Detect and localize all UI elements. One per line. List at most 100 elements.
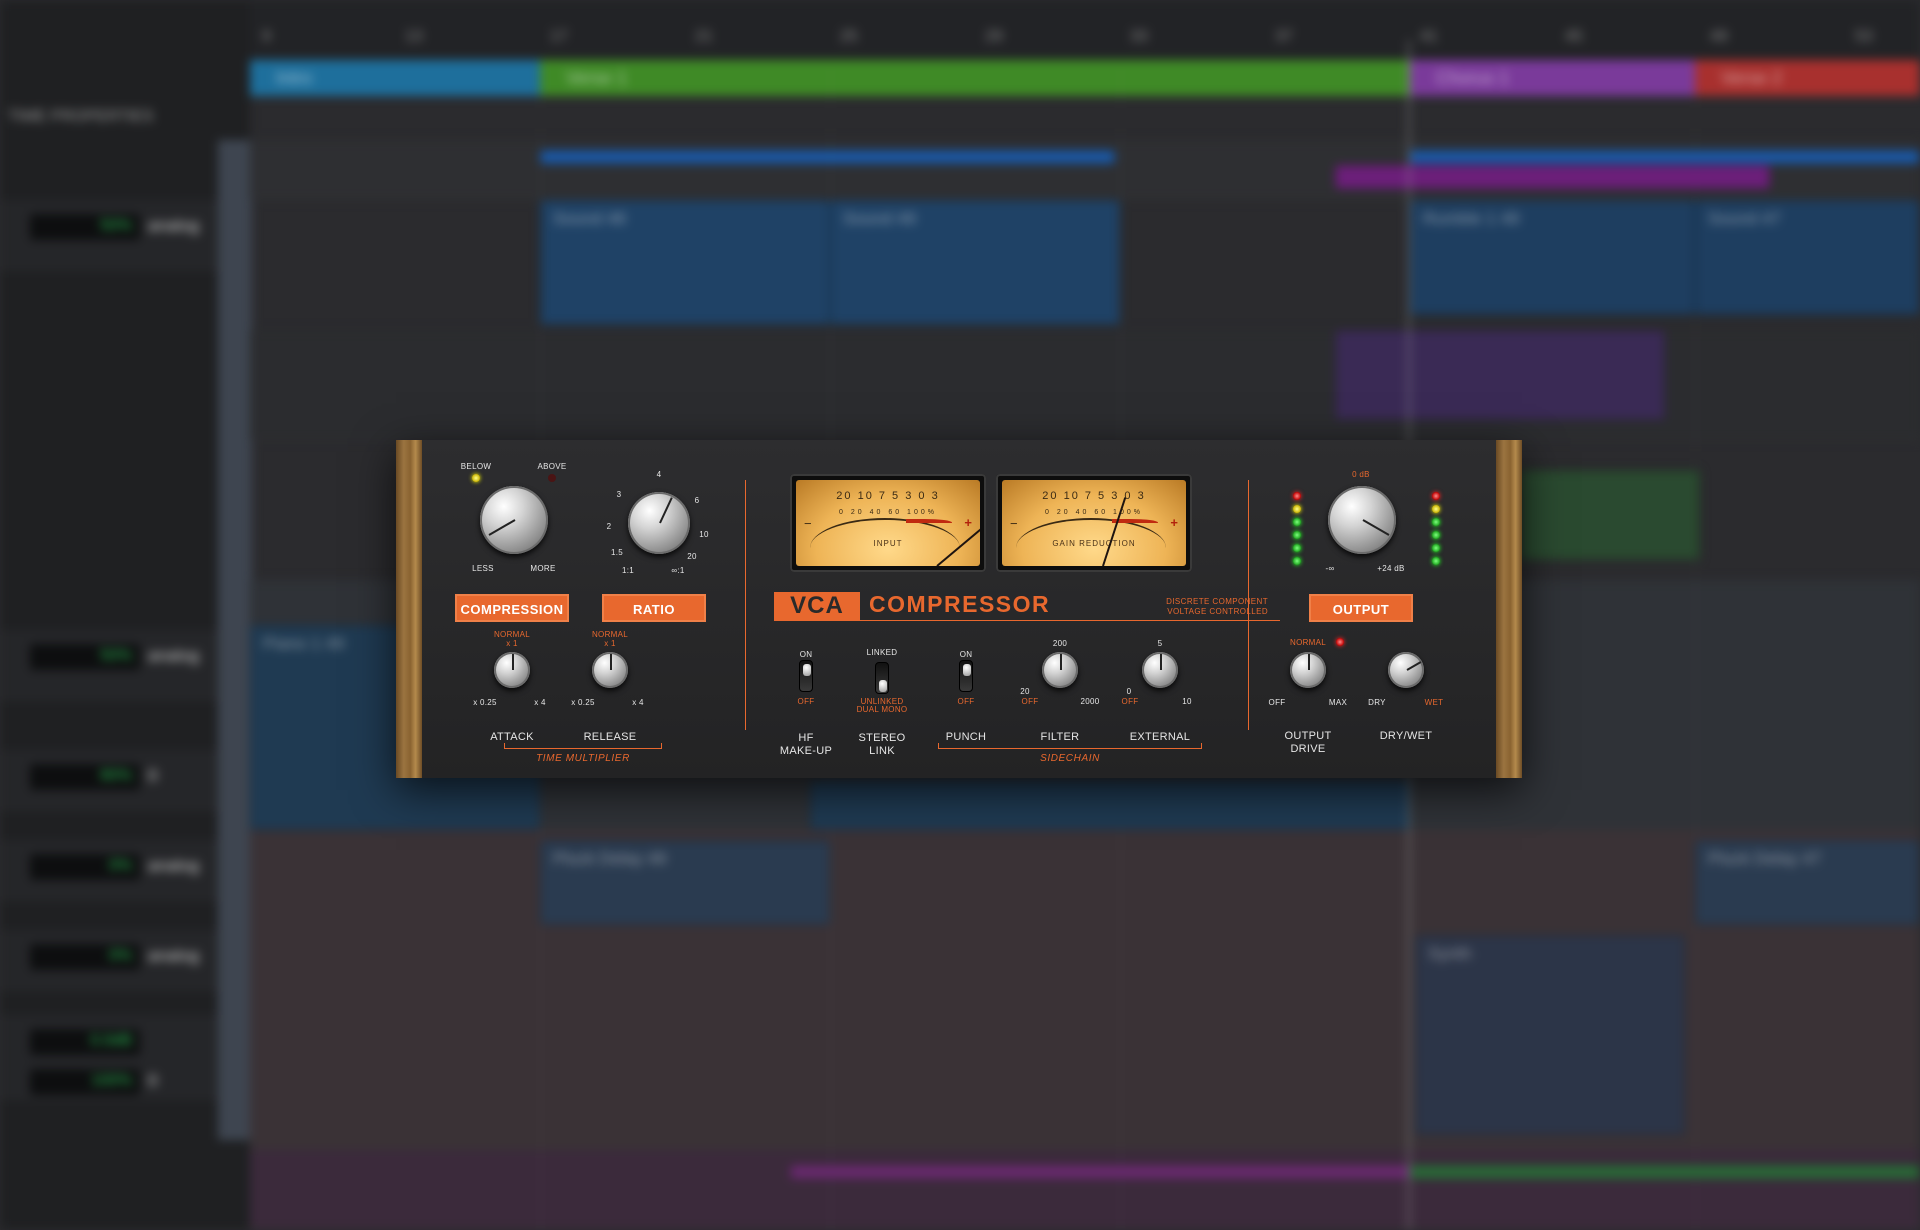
filter-min-label: 20	[1020, 687, 1030, 696]
output-led-left	[1293, 492, 1301, 500]
arrangement-marker[interactable]: Verse 2	[1695, 60, 1920, 96]
external-knob[interactable]	[1142, 652, 1178, 688]
output-led-right	[1432, 518, 1440, 526]
track-header[interactable]: 0.0dB	[0, 1015, 250, 1059]
midi-clip[interactable]: Rumble 1 49	[1410, 200, 1695, 315]
track-header[interactable]: 80% 0	[0, 750, 250, 810]
track-mode: analog	[148, 216, 200, 235]
midi-clip[interactable]: Pluck Delay 49	[540, 840, 830, 925]
track-header[interactable]: 50% analog	[0, 200, 250, 270]
vu-scale: 20 10 7 5 3 0 3	[836, 490, 940, 502]
track-header[interactable]: 0% analog	[0, 840, 250, 900]
audio-clip[interactable]	[1520, 470, 1700, 560]
dry-wet-knob[interactable]	[1388, 652, 1424, 688]
ruler-tick: 33	[1130, 28, 1148, 45]
subtitle-line-2: VOLTAGE CONTROLLED	[1167, 607, 1268, 616]
compression-knob[interactable]	[480, 486, 548, 554]
output-knob[interactable]	[1328, 486, 1396, 554]
track-header[interactable]: 0% analog	[0, 930, 250, 990]
track-meter-value: 50%	[99, 647, 132, 664]
drive-off-label: OFF	[1268, 698, 1286, 707]
vu-minus-sign: −	[804, 516, 812, 531]
vu-scale-percent: 0 20 40 60 100%	[1045, 509, 1143, 516]
output-button[interactable]: OUTPUT	[1309, 594, 1413, 622]
compression-button[interactable]: COMPRESSION	[455, 594, 569, 622]
midi-clip[interactable]	[810, 780, 1410, 830]
stereo-link-label: STEREO LINK	[852, 732, 912, 758]
external-min-label: 0	[1126, 687, 1132, 696]
midi-clip[interactable]: Sound 49	[830, 200, 1120, 325]
wood-side-panel	[396, 440, 422, 778]
above-led	[548, 474, 556, 482]
midi-clip[interactable]: Pluck Delay 47	[1695, 840, 1920, 925]
stereo-link-toggle[interactable]	[875, 662, 889, 694]
output-drive-knob[interactable]	[1290, 652, 1326, 688]
input-vu-meter: 20 10 7 5 3 0 3 0 20 40 60 100% − + INPU…	[790, 474, 986, 572]
output-led-right	[1432, 505, 1440, 513]
ruler-tick: 21	[695, 28, 713, 45]
attack-max-label: x 4	[534, 698, 546, 707]
wood-side-panel	[1496, 440, 1522, 778]
dry-wet-label: DRY/WET	[1379, 730, 1433, 742]
attack-knob[interactable]	[494, 652, 530, 688]
title-subtitle: DISCRETE COMPONENT VOLTAGE CONTROLLED	[1160, 597, 1268, 617]
output-led-right	[1432, 531, 1440, 539]
output-led-right	[1432, 544, 1440, 552]
vca-compressor-plugin: BELOW ABOVE LESS MORE COMPRESSION 1:1 1.…	[396, 440, 1522, 778]
track-meter: 50%	[30, 644, 140, 670]
marker-label: Verse 1	[566, 68, 628, 88]
midi-clip[interactable]: Synth	[1415, 935, 1685, 1135]
filter-off-label: OFF	[1021, 697, 1039, 706]
attack-min-label: x 0.25	[473, 698, 497, 707]
ruler-tick: 49	[1710, 28, 1728, 45]
midi-clip[interactable]	[1335, 330, 1665, 420]
clip-name: Sound 48	[553, 209, 626, 228]
release-min-label: x 0.25	[571, 698, 595, 707]
output-led-right	[1432, 492, 1440, 500]
hf-off-label: OFF	[797, 697, 815, 706]
hf-makeup-toggle[interactable]	[799, 660, 813, 692]
track-header[interactable]: 50% analog	[0, 630, 250, 700]
output-drive-line-1: OUTPUT	[1284, 730, 1332, 742]
automation-clip[interactable]	[790, 1165, 1410, 1179]
track-meter: 0%	[30, 944, 140, 970]
track-lane	[250, 1150, 1920, 1230]
gain-reduction-vu-meter: 20 10 7 5 3 0 3 0 20 40 60 100% − + GAIN…	[996, 474, 1192, 572]
section-divider	[745, 480, 746, 730]
track-lane	[250, 330, 1920, 440]
midi-clip[interactable]: Sound 48	[540, 200, 830, 325]
output-led-left	[1293, 518, 1301, 526]
clip-name: Pluck Delay 49	[553, 849, 667, 868]
output-led-left	[1293, 557, 1301, 565]
output-led-left	[1293, 531, 1301, 539]
ruler-tick: 17	[550, 28, 568, 45]
vu-plus-sign: +	[1170, 515, 1178, 530]
track-mode: 0	[148, 766, 158, 785]
external-max-label: 10	[1182, 697, 1192, 706]
track-meter: 0%	[30, 854, 140, 880]
ratio-knob[interactable]	[628, 492, 690, 554]
title-vca: VCA	[774, 592, 860, 620]
vu-label: INPUT	[873, 539, 903, 548]
filter-knob[interactable]	[1042, 652, 1078, 688]
release-knob[interactable]	[592, 652, 628, 688]
punch-off-label: OFF	[957, 697, 975, 706]
midi-clip[interactable]: Sound 47	[1695, 200, 1920, 315]
ratio-button[interactable]: RATIO	[602, 594, 706, 622]
external-off-label: OFF	[1121, 697, 1139, 706]
clip-name: Pluck Delay 47	[1708, 849, 1822, 868]
ratio-tick-label: ∞:1	[671, 566, 685, 575]
automation-clip[interactable]	[1335, 165, 1770, 189]
ruler-tick: 53	[1855, 28, 1873, 45]
arrangement-marker[interactable]: Intro	[250, 60, 540, 96]
arrangement-marker[interactable]: Chorus 1	[1410, 60, 1695, 96]
arrangement-marker[interactable]: Verse 1	[540, 60, 1410, 96]
ruler-tick: 41	[1420, 28, 1438, 45]
section-divider	[1248, 480, 1249, 730]
automation-clip[interactable]	[1410, 150, 1920, 164]
hf-makeup-line-2: MAKE-UP	[779, 745, 833, 757]
automation-clip[interactable]	[1410, 1165, 1920, 1179]
punch-toggle[interactable]	[959, 660, 973, 692]
automation-clip[interactable]	[540, 150, 1115, 164]
track-header[interactable]: 100% 0	[0, 1055, 250, 1099]
